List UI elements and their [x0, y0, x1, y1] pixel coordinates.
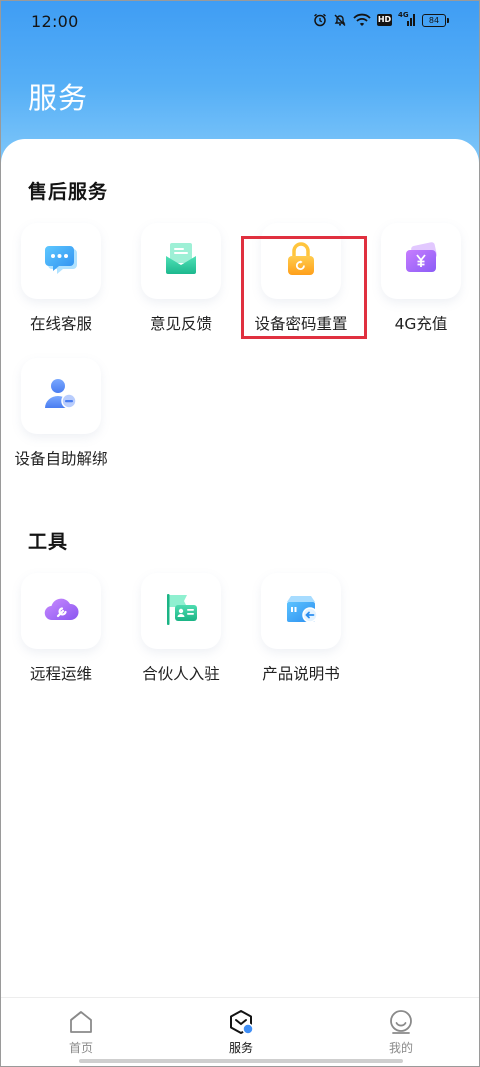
nav-service[interactable]: 服务	[201, 1008, 281, 1056]
status-time: 12:00	[31, 12, 79, 31]
product-manual-tile	[261, 573, 341, 649]
device-self-unbind-tile	[21, 358, 101, 434]
profile-smile-icon	[390, 1010, 412, 1034]
4g-recharge-button[interactable]: 4G充值	[361, 223, 479, 343]
nav-profile[interactable]: 我的	[361, 1008, 441, 1056]
battery-level: 84	[428, 15, 440, 25]
feedback-envelope-icon	[166, 243, 196, 274]
highlight-box	[241, 236, 367, 339]
feedback-tile	[141, 223, 221, 299]
partner-join-tile	[141, 573, 221, 649]
after-sales-section-title: 售后服务	[28, 181, 109, 203]
4g-recharge-tile	[381, 223, 461, 299]
hd-icon: HD	[377, 14, 392, 26]
nav-home[interactable]: 首页	[41, 1008, 121, 1056]
status-bar: 12:00 HD 4G 84	[1, 1, 479, 41]
alarm-icon	[314, 13, 326, 27]
online-service-tile	[21, 223, 101, 299]
device-self-unbind-label: 设备自助解绑	[14, 450, 108, 468]
page-title: 服务	[28, 81, 89, 115]
bottom-nav: 首页 服务 我的	[1, 997, 479, 1066]
home-icon	[70, 1011, 92, 1033]
chat-bubbles-icon	[45, 246, 77, 274]
4g-signal-icon: 4G	[398, 11, 416, 26]
cloud-wrench-icon	[44, 598, 79, 621]
tools-section-title: 工具	[28, 531, 69, 553]
battery-icon: 84	[422, 13, 449, 27]
device-self-unbind-button[interactable]: 设备自助解绑	[1, 358, 121, 478]
manual-box-icon	[287, 596, 318, 623]
remote-ops-tile	[21, 573, 101, 649]
nav-profile-label: 我的	[388, 1041, 413, 1055]
mute-icon	[334, 14, 346, 26]
flag-card-icon	[167, 594, 197, 625]
wifi-icon	[353, 13, 371, 26]
home-indicator	[79, 1059, 403, 1063]
user-unbind-icon	[45, 379, 77, 409]
app-screen: 12:00 HD 4G 84 服务 售后服务 在线客服 意见反馈 设备密码重置 …	[0, 0, 480, 1067]
nav-home-label: 首页	[68, 1041, 93, 1055]
wallet-yen-icon	[406, 242, 437, 272]
product-manual-button[interactable]: 产品说明书	[241, 573, 361, 693]
service-box-icon	[230, 1010, 254, 1035]
product-manual-label: 产品说明书	[262, 665, 340, 683]
nav-service-label: 服务	[228, 1041, 253, 1055]
status-icons: HD 4G 84	[313, 11, 449, 27]
